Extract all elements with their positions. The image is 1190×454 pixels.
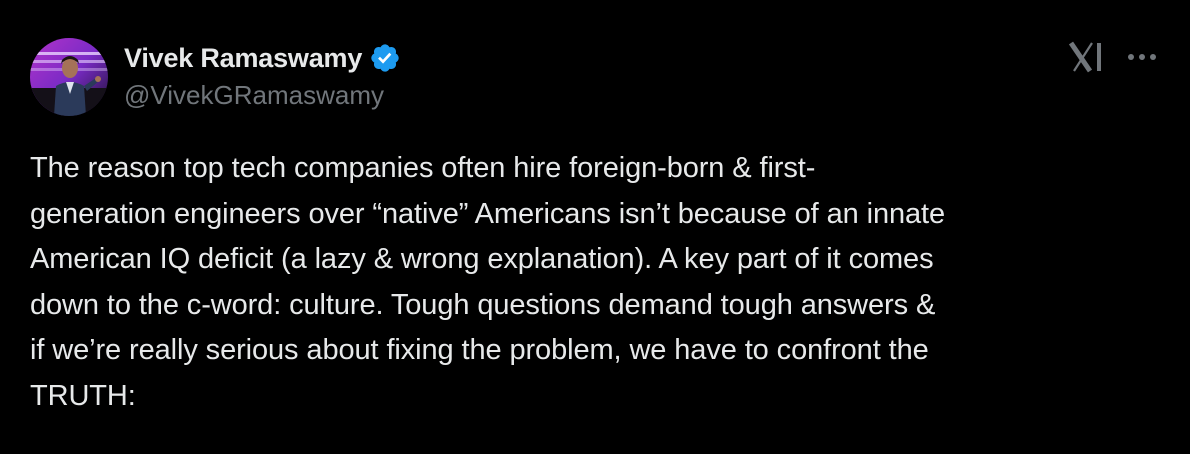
- avatar[interactable]: [30, 38, 108, 116]
- tweet-text: The reason top tech companies often hire…: [30, 152, 946, 412]
- verified-badge-icon[interactable]: [369, 42, 401, 74]
- more-options-icon[interactable]: [1124, 42, 1160, 72]
- author-display-name[interactable]: Vivek Ramaswamy: [124, 43, 362, 74]
- author-name-row: Vivek Ramaswamy: [124, 40, 401, 76]
- author-handle[interactable]: @VivekGRamaswamy: [124, 80, 384, 111]
- x-logo-icon[interactable]: [1068, 40, 1106, 74]
